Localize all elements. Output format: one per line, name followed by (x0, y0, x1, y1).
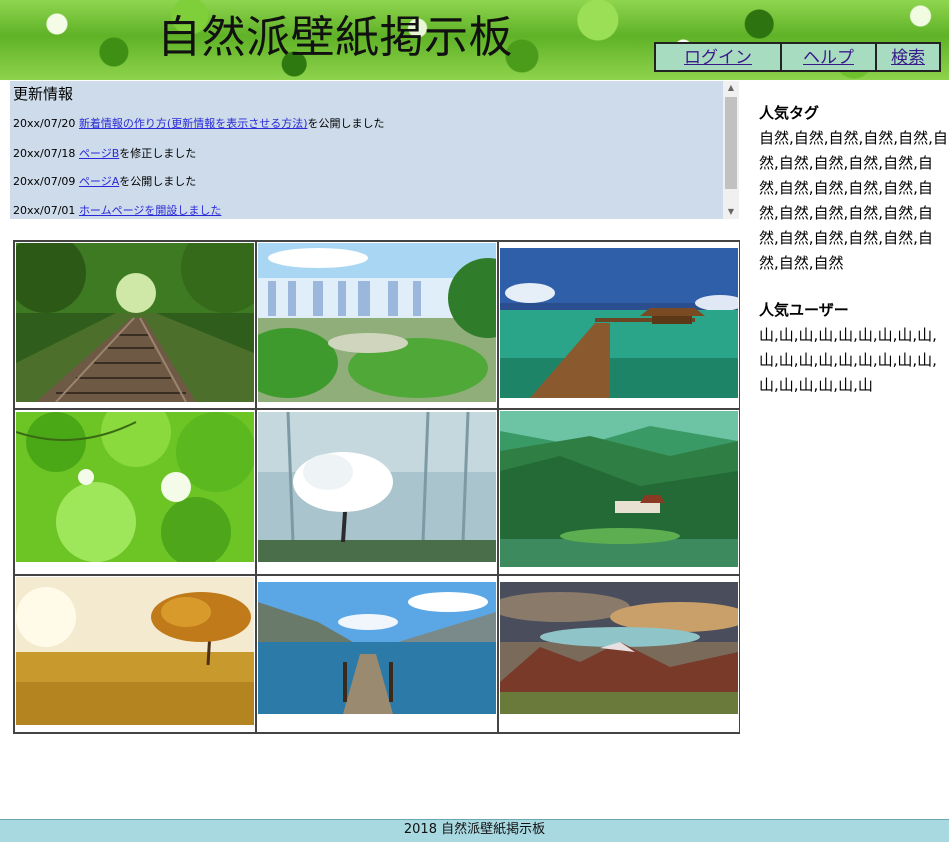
golden-field-tree-photo[interactable] (16, 577, 254, 725)
update-date: 20xx/07/01 (13, 204, 76, 217)
update-item: 20xx/07/18 ページBを修正しました (13, 137, 718, 167)
gallery-cell[interactable] (14, 409, 256, 575)
popular-tags-heading: 人気タグ (759, 104, 820, 122)
popular-tags-list[interactable]: 自然,自然,自然,自然,自然,自然,自然,自然,自然,自然,自然,自然,自然,自… (759, 126, 949, 276)
scroll-up-arrow-icon[interactable]: ▲ (723, 81, 739, 95)
scrollbar-thumb[interactable] (725, 97, 737, 189)
update-suffix: を修正しました (119, 147, 197, 160)
valley-house-photo[interactable] (500, 411, 738, 567)
wooden-pier-lake-photo[interactable] (258, 582, 496, 714)
site-title: 自然派壁紙掲示板 (157, 12, 513, 63)
update-link[interactable]: 新着情報の作り方(更新情報を表示させる方法) (79, 117, 308, 130)
popular-users-section: 人気ユーザー 山,山,山,山,山,山,山,山,山,山,山,山,山,山,山,山,山… (759, 297, 949, 398)
waterfall-photo[interactable] (258, 243, 496, 402)
update-date: 20xx/07/09 (13, 175, 76, 188)
update-suffix: を公開しました (307, 117, 385, 130)
help-button[interactable]: ヘルプ (780, 42, 875, 72)
update-item: 20xx/07/09 ページAを公開しました (13, 167, 718, 196)
update-info-title: 更新情報 (13, 85, 74, 103)
update-item: 20xx/07/20 新着情報の作り方(更新情報を表示させる方法)を公開しました (13, 107, 718, 137)
header-banner: 自然派壁紙掲示板 ログイン ヘルプ 検索 (0, 0, 949, 80)
gallery-cell[interactable] (498, 241, 740, 409)
popular-users-heading: 人気ユーザー (759, 301, 849, 319)
search-button[interactable]: 検索 (875, 42, 941, 72)
gallery-cell[interactable] (14, 241, 256, 409)
update-info-panel: 更新情報 20xx/07/20 新着情報の作り方(更新情報を表示させる方法)を公… (10, 81, 739, 219)
top-nav: ログイン ヘルプ 検索 (654, 42, 941, 72)
gallery-cell[interactable] (14, 575, 256, 733)
white-tree-fog-photo[interactable] (258, 412, 496, 562)
wallpaper-gallery (13, 240, 740, 734)
update-suffix: を公開しました (119, 175, 197, 188)
update-link[interactable]: ページA (79, 175, 119, 188)
update-item: 20xx/07/01 ホームページを開設しました (13, 196, 718, 219)
update-scrollbar[interactable]: ▲ ▼ (723, 81, 739, 219)
gallery-cell[interactable] (498, 409, 740, 575)
update-link[interactable]: ホームページを開設しました (79, 204, 221, 217)
scroll-down-arrow-icon[interactable]: ▼ (723, 205, 739, 219)
railway-forest-photo[interactable] (16, 243, 254, 402)
sidebar: 人気タグ 自然,自然,自然,自然,自然,自然,自然,自然,自然,自然,自然,自然… (759, 100, 949, 398)
update-date: 20xx/07/20 (13, 117, 76, 130)
gallery-cell[interactable] (256, 409, 498, 575)
footer: 2018 自然派壁紙掲示板 (0, 819, 949, 842)
mountain-sunset-photo[interactable] (500, 582, 738, 714)
gallery-cell[interactable] (256, 241, 498, 409)
green-leaves-photo[interactable] (16, 412, 254, 562)
overwater-pier-photo[interactable] (500, 248, 738, 398)
gallery-cell[interactable] (256, 575, 498, 733)
update-list: 更新情報 20xx/07/20 新着情報の作り方(更新情報を表示させる方法)を公… (13, 81, 718, 219)
update-date: 20xx/07/18 (13, 147, 76, 160)
update-link[interactable]: ページB (79, 147, 119, 160)
popular-tags-section: 人気タグ 自然,自然,自然,自然,自然,自然,自然,自然,自然,自然,自然,自然… (759, 100, 949, 276)
gallery-cell[interactable] (498, 575, 740, 733)
login-button[interactable]: ログイン (654, 42, 780, 72)
popular-users-list[interactable]: 山,山,山,山,山,山,山,山,山,山,山,山,山,山,山,山,山,山,山,山,… (759, 323, 949, 398)
